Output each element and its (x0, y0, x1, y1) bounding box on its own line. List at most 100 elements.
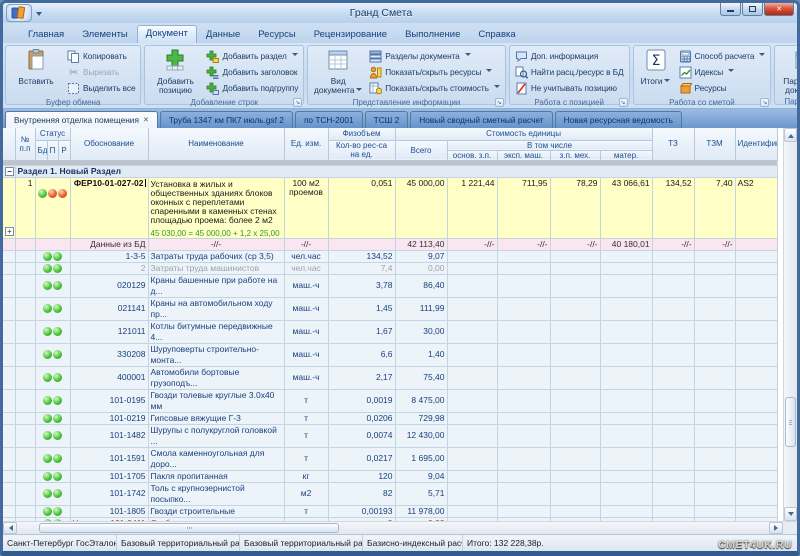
add-header-button[interactable]: Добавить заголовок (204, 64, 300, 80)
menu-tab-6[interactable]: Выполнение (396, 26, 469, 43)
minimize-button[interactable] (720, 3, 741, 16)
menu-tab-5[interactable]: Рецензирование (305, 26, 396, 43)
close-icon: ✕ (776, 5, 782, 13)
header-ident[interactable]: Идентификатор (735, 128, 777, 160)
close-button[interactable]: ✕ (764, 3, 794, 16)
exclude-position-button[interactable]: Не учитывать позицию (513, 80, 626, 96)
find-in-db-button[interactable]: Найти расц./ресурс в БД (513, 64, 626, 80)
header-tz[interactable]: ТЗ (652, 128, 694, 160)
cut-button[interactable]: ✂ Вырезать (65, 64, 137, 80)
table-row[interactable]: 2Затраты труда машинистовчел.час7,40,00 (3, 262, 777, 274)
menu-tab-3[interactable]: Данные (197, 26, 249, 43)
resources-button[interactable]: Ресурсы (677, 80, 768, 96)
table-row[interactable]: 121011Котлы битумные передвижные 4...маш… (3, 320, 777, 343)
add-position-button[interactable]: Добавить позицию (148, 48, 202, 97)
table-row[interactable]: −Раздел 1. Новый Раздел (3, 165, 777, 177)
dialog-launcher-icon[interactable]: ↘ (619, 98, 628, 107)
table-row[interactable]: 101-1705Пакля пропитаннаякг1209,04 (3, 470, 777, 482)
add-position-icon (164, 49, 186, 76)
menu-tab-2[interactable]: Документ (137, 25, 197, 43)
add-subgroup-button[interactable]: Добавить подгруппу (204, 80, 300, 96)
header-zpm[interactable]: з.п. мех. (550, 150, 600, 160)
menu-tab-1[interactable]: Элементы (73, 26, 137, 43)
select-all-button[interactable]: Выделить все (65, 80, 137, 96)
scroll-left-button[interactable] (3, 522, 17, 534)
table-row[interactable]: 101-1742Толь с крупнозернистой посыпко..… (3, 482, 777, 505)
header-cost[interactable]: Стоимость единицы (395, 128, 652, 140)
header-status-r[interactable]: Р (58, 140, 70, 160)
header-ozp[interactable]: основ. з.п. (447, 150, 497, 160)
header-gutter (3, 128, 15, 160)
close-tab-icon[interactable]: ✕ (143, 116, 149, 124)
calc-method-button[interactable]: Способ расчета (677, 48, 768, 64)
doc-tab-2[interactable]: по ТСН-2001 (295, 111, 363, 128)
header-em[interactable]: эксп. маш. (497, 150, 550, 160)
totals-button[interactable]: Σ Итоги (637, 48, 675, 97)
table-row[interactable]: 101-1482Шурупы с полукруглой головкой ..… (3, 424, 777, 447)
vertical-scroll-track[interactable] (784, 142, 797, 507)
table-row[interactable]: 101-1805Гвозди строительныет0,0019311 97… (3, 505, 777, 517)
header-status-bd[interactable]: Бд (35, 140, 47, 160)
collapse-box[interactable]: − (5, 167, 14, 176)
horizontal-scroll-thumb[interactable] (39, 523, 339, 533)
table-row[interactable]: 021141Краны на автомобильном ходу пр...м… (3, 297, 777, 320)
table-row[interactable]: 020129Краны башенные при работе на д...м… (3, 274, 777, 297)
dialog-launcher-icon[interactable]: ↘ (495, 98, 504, 107)
table-row[interactable]: 400001Автомобили бортовые грузоподъ...ма… (3, 366, 777, 389)
doc-view-button[interactable]: Вид документа (311, 48, 365, 97)
extra-info-button[interactable]: Доп. информация (513, 48, 626, 64)
table-row[interactable]: 101-1591Смола каменноугольная для доро..… (3, 447, 777, 470)
app-menu-button[interactable] (6, 4, 32, 22)
header-tzm[interactable]: ТЗМ (694, 128, 735, 160)
header-volume-sub[interactable]: Кол-во рес-са на ед. (328, 140, 395, 160)
menu-tab-7[interactable]: Справка (469, 26, 524, 43)
header-num[interactable]: № п.п (15, 128, 35, 160)
table-row[interactable]: 101-0219Гипсовые вяжущие Г-3т0,0206729,9… (3, 412, 777, 424)
menu-tab-4[interactable]: Ресурсы (249, 26, 304, 43)
header-including[interactable]: В том числе (447, 140, 652, 150)
expand-box[interactable]: + (5, 227, 14, 236)
doc-sections-button[interactable]: Разделы документа (367, 48, 502, 64)
table-row[interactable]: Данные из БД-//--//-42 113,40-//--//--//… (3, 238, 777, 250)
doc-tab-1[interactable]: Труба 1347 км ПК7 июль.gsf 2 (160, 111, 293, 128)
header-status[interactable]: Статус (35, 128, 70, 140)
table-row[interactable]: +1ФЕР10-01-027-02Установка в жилых и общ… (3, 177, 777, 238)
group-title-add-rows: Добавление строк (191, 98, 259, 107)
horizontal-scroll-track[interactable] (17, 522, 769, 534)
header-unit[interactable]: Ед. изм. (284, 128, 328, 160)
status-circle (53, 327, 62, 336)
toggle-resources-button[interactable]: Показать/скрыть ресурсы (367, 64, 502, 80)
header-total[interactable]: Всего (395, 140, 447, 160)
table-row[interactable]: 330208Шуруповерты строительно-монта...ма… (3, 343, 777, 366)
vertical-scrollbar[interactable] (783, 128, 797, 521)
header-status-p[interactable]: П (47, 140, 58, 160)
scroll-right-button[interactable] (769, 522, 783, 534)
doc-tab-4[interactable]: Новый сводный сметный расчет (410, 111, 552, 128)
paste-button[interactable]: Вставить (9, 48, 63, 97)
toggle-cost-button[interactable]: Показать/скрыть стоимость (367, 80, 502, 96)
doc-tab-0[interactable]: Внутренняя отделка помещения✕ (5, 111, 158, 128)
add-section-label: Добавить раздел (222, 51, 286, 61)
maximize-button[interactable] (742, 3, 763, 16)
table-row[interactable]: 101-0195Гвозди толевые круглые 3.0х40 мм… (3, 389, 777, 412)
scroll-up-button[interactable] (784, 128, 797, 142)
dialog-launcher-icon[interactable]: ↘ (293, 98, 302, 107)
header-volume[interactable]: Физобъем (328, 128, 395, 140)
doc-tab-3[interactable]: ТСШ 2 (365, 111, 409, 128)
copy-button[interactable]: Копировать (65, 48, 137, 64)
header-name[interactable]: Наименование (148, 128, 284, 160)
header-mat[interactable]: матер. (600, 150, 652, 160)
doc-params-button[interactable]: Параметры документа (778, 48, 797, 96)
table-row[interactable]: 1-3-5Затраты труда рабочих (ср 3,5)чел.ч… (3, 250, 777, 262)
thumb-grip (189, 527, 190, 529)
menu-tab-0[interactable]: Главная (19, 26, 73, 43)
grid-body: −Раздел 1. Новый Раздел+1ФЕР10-01-027-02… (3, 160, 777, 521)
scroll-down-button[interactable] (784, 507, 797, 521)
dialog-launcher-icon[interactable]: ↘ (760, 98, 769, 107)
indexes-button[interactable]: Идексы (677, 64, 768, 80)
doc-tab-5[interactable]: Новая ресурсная ведомость (555, 111, 682, 128)
horizontal-scrollbar[interactable] (3, 521, 797, 534)
header-justification[interactable]: Обоснование (70, 128, 148, 160)
add-section-button[interactable]: Добавить раздел (204, 48, 300, 64)
vertical-scroll-thumb[interactable] (785, 397, 796, 447)
